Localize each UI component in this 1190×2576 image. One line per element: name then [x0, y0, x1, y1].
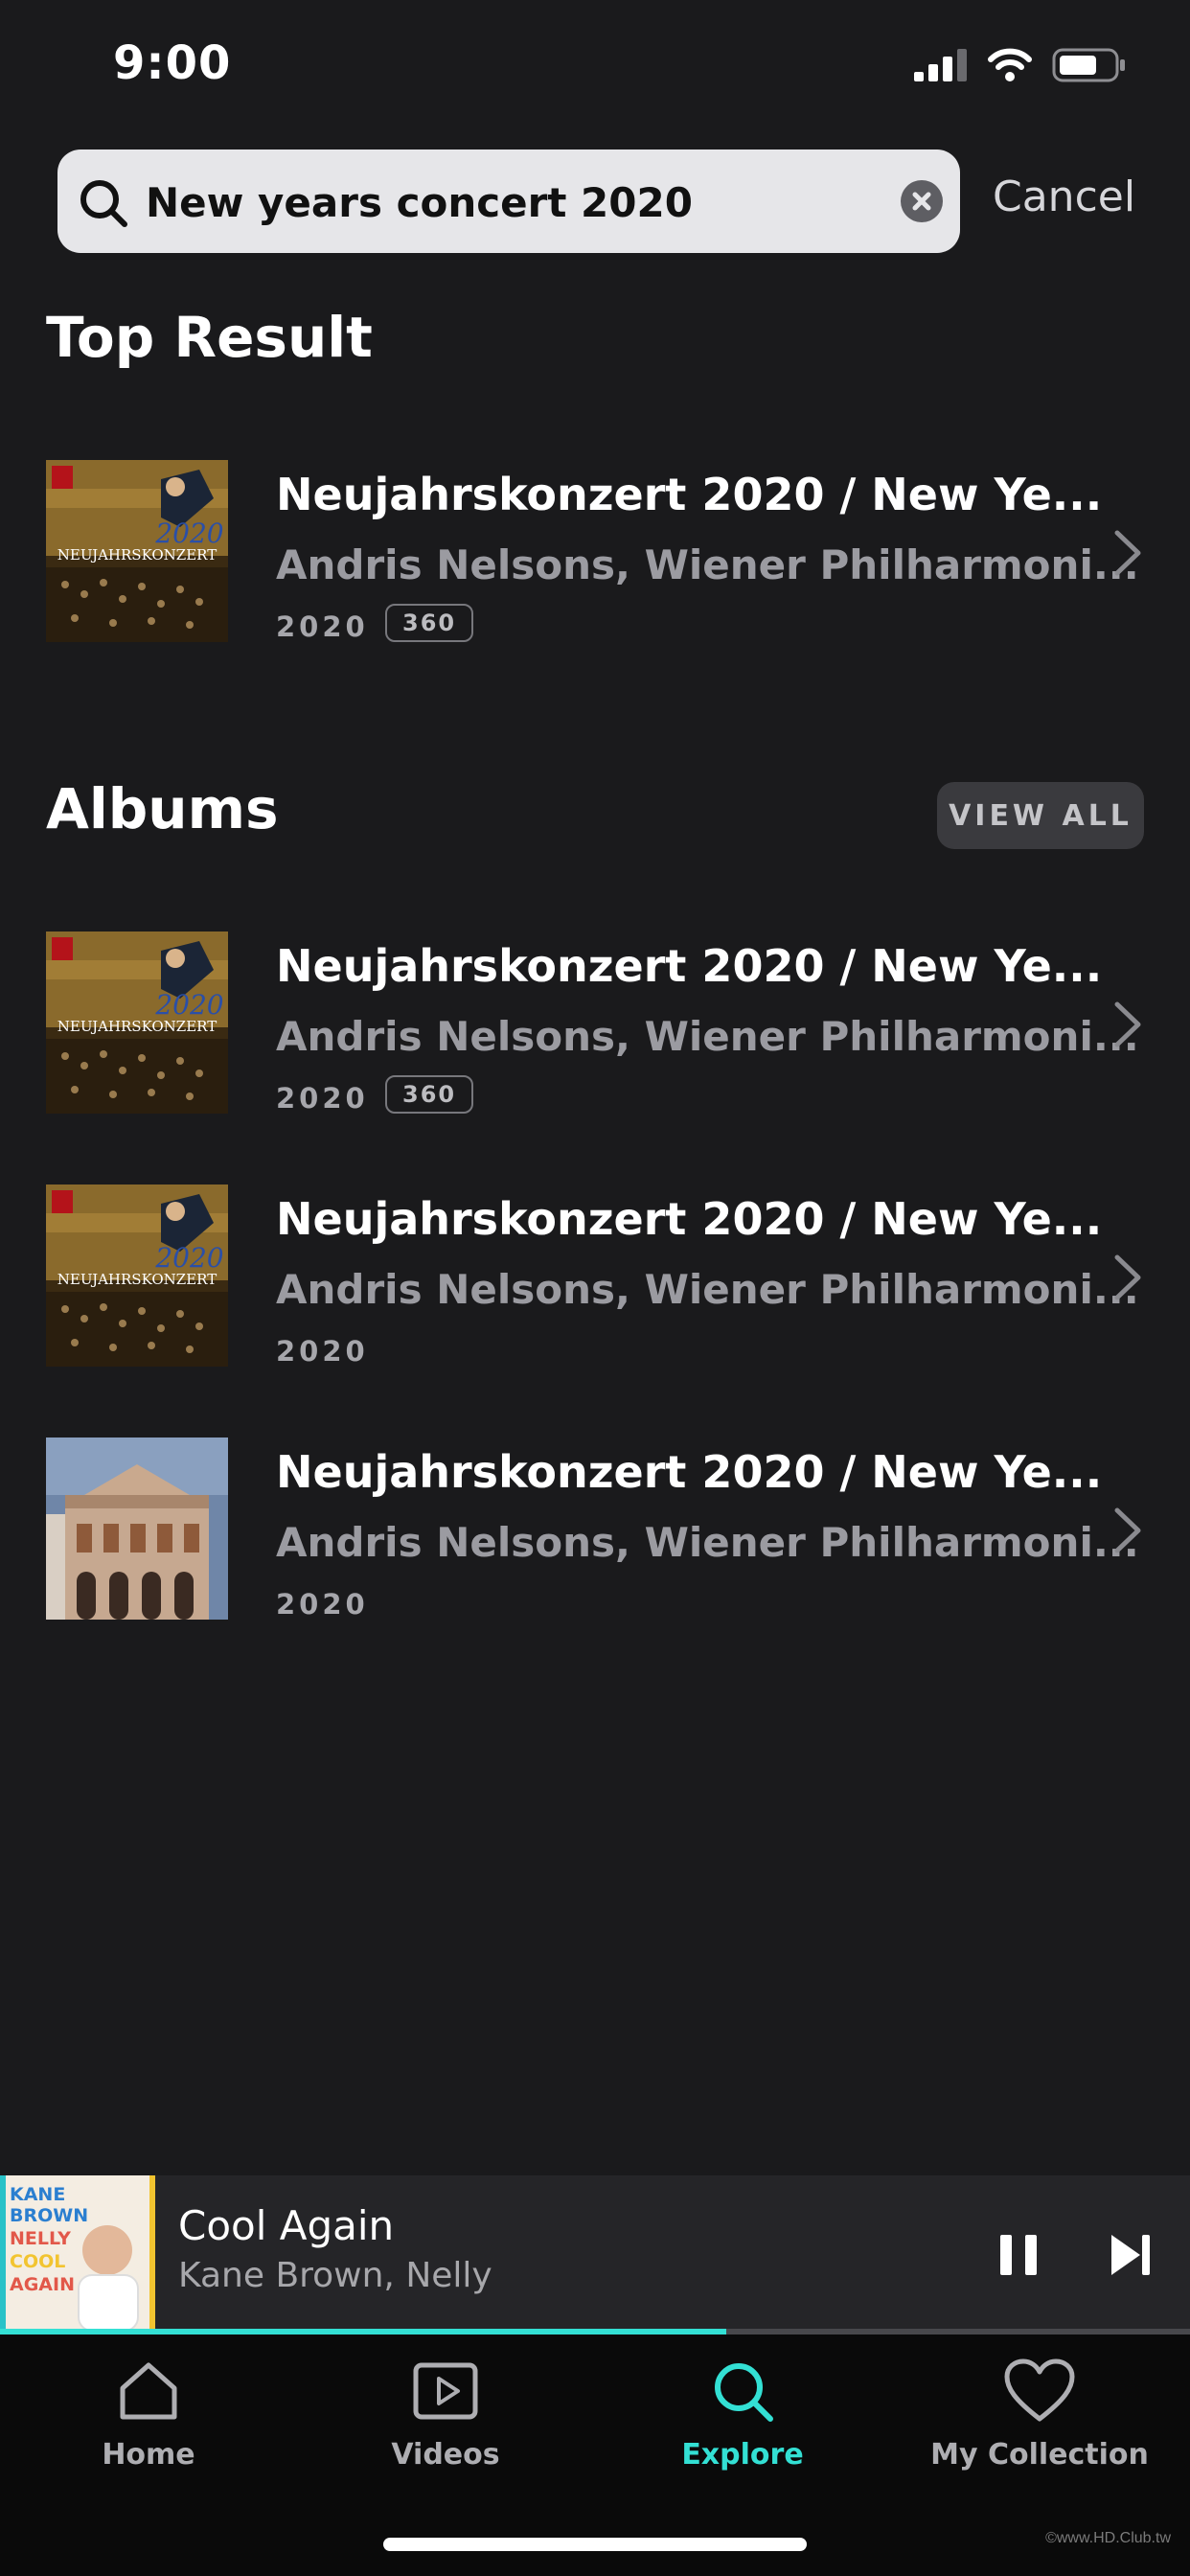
- search-query[interactable]: New years concert 2020: [146, 176, 693, 230]
- cover-line: KANE: [10, 2184, 65, 2205]
- now-playing-cover: KANE BROWN NELLY COOL AGAIN: [0, 2175, 155, 2331]
- view-all-button[interactable]: VIEW ALL: [937, 782, 1144, 849]
- tab-my-collection[interactable]: My Collection: [891, 2358, 1188, 2472]
- album-title: Neujahrskonzert 2020 / New Ye...: [276, 940, 1103, 992]
- chevron-right-icon: [1114, 530, 1141, 576]
- search-icon: [80, 180, 127, 227]
- heart-icon: [1004, 2358, 1075, 2422]
- tab-label: Explore: [681, 2438, 804, 2472]
- album-row[interactable]: Neujahrskonzert 2020 / New Ye... Andris …: [0, 1438, 1190, 1648]
- close-icon: [912, 192, 931, 211]
- svg-text:NEUJAHRSKONZERT: NEUJAHRSKONZERT: [57, 1271, 217, 1288]
- home-icon: [120, 2362, 177, 2420]
- svg-text:2020: 2020: [154, 518, 223, 549]
- album-year: 2020: [276, 1588, 369, 1621]
- top-result-row[interactable]: 2020 NEUJAHRSKONZERT Neujahrskonzert 202…: [0, 460, 1190, 671]
- tab-explore[interactable]: Explore: [594, 2358, 891, 2472]
- chevron-right-icon: [1114, 1507, 1141, 1553]
- svg-text:2020: 2020: [154, 1242, 223, 1274]
- top-result-heading: Top Result: [46, 305, 373, 370]
- now-playing-artist: Kane Brown, Nelly: [178, 2256, 492, 2295]
- search-icon: [715, 2363, 773, 2422]
- skip-next-icon[interactable]: [1110, 2231, 1154, 2279]
- cancel-button[interactable]: Cancel: [993, 169, 1135, 226]
- album-year: 2020: [276, 610, 369, 643]
- albums-heading: Albums: [46, 776, 279, 841]
- cover-line: NELLY: [10, 2228, 71, 2249]
- status-icons: [914, 46, 1127, 84]
- status-time: 9:00: [113, 36, 232, 90]
- album-year: 2020: [276, 1335, 369, 1368]
- album-title: Neujahrskonzert 2020 / New Ye...: [276, 1446, 1103, 1498]
- format-badge: 360: [385, 604, 474, 642]
- tab-label: Home: [102, 2438, 195, 2472]
- svg-text:NEUJAHRSKONZERT: NEUJAHRSKONZERT: [57, 1018, 217, 1035]
- cover-line: COOL: [10, 2251, 65, 2272]
- mini-player[interactable]: KANE BROWN NELLY COOL AGAIN Cool Again K…: [0, 2175, 1190, 2331]
- album-artist: Andris Nelsons, Wiener Philharmoni...: [276, 541, 1139, 588]
- format-badge: 360: [385, 1075, 474, 1114]
- tab-videos[interactable]: Videos: [297, 2358, 594, 2472]
- video-icon: [413, 2362, 478, 2420]
- watermark: ©www.HD.Club.tw: [1045, 2530, 1171, 2546]
- svg-text:NEUJAHRSKONZERT: NEUJAHRSKONZERT: [57, 546, 217, 564]
- svg-text:2020: 2020: [154, 989, 223, 1021]
- album-cover: 2020 NEUJAHRSKONZERT: [46, 460, 228, 642]
- album-artist: Andris Nelsons, Wiener Philharmoni...: [276, 1013, 1139, 1060]
- album-row[interactable]: 2020 NEUJAHRSKONZERT Neujahrskonzert 202…: [0, 1184, 1190, 1395]
- signal-icon: [914, 49, 967, 81]
- album-year: 2020: [276, 1082, 369, 1115]
- search-field[interactable]: New years concert 2020: [57, 150, 960, 253]
- clear-search-button[interactable]: [901, 180, 943, 222]
- album-cover: 2020 NEUJAHRSKONZERT: [46, 1184, 228, 1367]
- cover-line: AGAIN: [10, 2274, 75, 2295]
- pause-icon[interactable]: [996, 2231, 1041, 2279]
- cover-line: BROWN: [10, 2205, 88, 2226]
- album-cover: [46, 1438, 228, 1620]
- now-playing-title: Cool Again: [178, 2202, 395, 2249]
- home-indicator[interactable]: [383, 2538, 807, 2551]
- album-cover: 2020 NEUJAHRSKONZERT: [46, 932, 228, 1114]
- chevron-right-icon: [1114, 1254, 1141, 1300]
- battery-icon: [1052, 48, 1125, 82]
- album-row[interactable]: 2020 NEUJAHRSKONZERT Neujahrskonzert 202…: [0, 932, 1190, 1142]
- album-artist: Andris Nelsons, Wiener Philharmoni...: [276, 1519, 1139, 1566]
- album-title: Neujahrskonzert 2020 / New Ye...: [276, 469, 1103, 520]
- album-title: Neujahrskonzert 2020 / New Ye...: [276, 1193, 1103, 1245]
- chevron-right-icon: [1114, 1001, 1141, 1047]
- tab-label: Videos: [391, 2438, 500, 2472]
- tab-label: My Collection: [930, 2438, 1149, 2472]
- album-artist: Andris Nelsons, Wiener Philharmoni...: [276, 1266, 1139, 1313]
- tab-home[interactable]: Home: [0, 2358, 297, 2472]
- wifi-icon: [988, 48, 1032, 81]
